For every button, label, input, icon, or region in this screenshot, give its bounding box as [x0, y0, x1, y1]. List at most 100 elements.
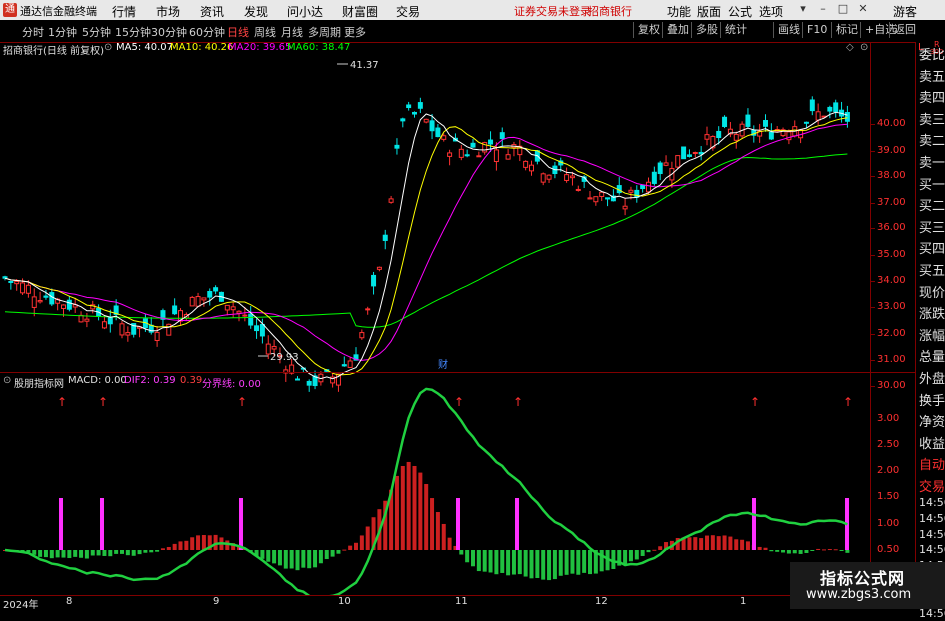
price-axis-tick: 32.00 [877, 328, 906, 339]
macd-bar [61, 550, 66, 558]
candle-body [119, 323, 125, 336]
candle-body [657, 162, 663, 175]
macd-bar [634, 550, 639, 560]
macd-bar [354, 542, 358, 550]
candle-body [640, 184, 646, 190]
macd-bar [406, 461, 411, 550]
menu-market[interactable]: 市场 [156, 3, 180, 20]
macd-bar [781, 550, 786, 553]
candle-body [786, 131, 792, 141]
tool-overlay[interactable]: 叠加 [662, 22, 693, 38]
tool-stats[interactable]: 统计 [720, 22, 751, 38]
signal-bar [100, 498, 104, 550]
menu-ask[interactable]: 问小达 [287, 3, 323, 20]
period-1min[interactable]: 1分钟 [48, 24, 77, 40]
quote-field-label: 总量 [919, 350, 945, 366]
macd-bar [283, 550, 288, 569]
quote-field-label: 净资 [919, 415, 945, 431]
macd-bar [652, 549, 657, 551]
period-15min[interactable]: 15分钟 [115, 24, 151, 40]
macd-axis-tick: 2.50 [877, 439, 900, 450]
candle-body [435, 127, 441, 138]
macd-bar [348, 545, 353, 550]
period-5min[interactable]: 5分钟 [82, 24, 111, 40]
quote-field-label: 外盘 [919, 372, 945, 387]
macd-bar [816, 548, 821, 550]
candle-body [815, 111, 821, 121]
candle-body [347, 360, 353, 368]
tool-mark[interactable]: 标记 [831, 22, 862, 38]
macd-bar [102, 550, 107, 556]
macd-bar [272, 550, 277, 564]
quote-panel[interactable]: L R 300 委比 卖五 卖四 卖三 卖二 卖一 买一 买二 买三 买四 买五 现价 涨跌 涨幅 总量 外盘… [915, 40, 945, 620]
macd-bar [728, 536, 733, 550]
macd-bar [318, 550, 323, 564]
minimize-icon[interactable]: – [816, 2, 830, 17]
period-weekly[interactable]: 周线 [254, 24, 276, 40]
candle-body [675, 155, 681, 168]
price-axis-tick-mark [870, 334, 875, 335]
macd-bar [523, 550, 528, 577]
menu-discover[interactable]: 发现 [244, 3, 268, 20]
candle-body [201, 297, 207, 301]
up-arrow-icon: ↑ [237, 395, 247, 409]
price-axis-tick-mark [870, 203, 875, 204]
candle-body [458, 148, 464, 158]
tool-multi-stock[interactable]: 多股 [691, 22, 722, 38]
login-status[interactable]: 证券交易未登录 [514, 3, 591, 19]
macd-bar [201, 535, 206, 550]
price-axis-tick: 31.00 [877, 354, 906, 365]
candle-body [698, 151, 704, 155]
menu-quotes[interactable]: 行情 [112, 3, 136, 20]
menu-wealth[interactable]: 财富圈 [342, 3, 378, 20]
indicator-settings-icon[interactable]: ⊙ [3, 375, 11, 386]
macd-bar [541, 550, 546, 580]
kline-chart[interactable]: 41.37 29.93 财 ↑ ↑ ↑ ↑ ↑ ↑ ↑ [0, 42, 870, 595]
period-60min[interactable]: 60分钟 [189, 24, 225, 40]
tool-f10[interactable]: F10 [802, 22, 831, 38]
close-icon[interactable]: ✕ [856, 2, 870, 17]
candle-body [172, 305, 178, 315]
menu-layout[interactable]: 版面 [697, 3, 721, 20]
tool-back[interactable]: 返回 [889, 22, 920, 38]
candle-body [359, 332, 365, 339]
menu-news[interactable]: 资讯 [200, 3, 224, 20]
tool-adjust[interactable]: 复权 [633, 22, 664, 38]
menu-function[interactable]: 功能 [667, 3, 691, 20]
dropdown-icon[interactable]: ▾ [796, 2, 810, 17]
price-axis-tick-mark [870, 386, 875, 387]
period-more[interactable]: 更多 [344, 24, 366, 40]
maximize-icon[interactable]: □ [836, 2, 850, 17]
candle-body [400, 118, 406, 122]
quote-field-label: 卖三 [919, 112, 945, 128]
period-monthly[interactable]: 月线 [281, 24, 303, 40]
watermark-title: 指标公式网 [820, 569, 906, 588]
candle-body [499, 132, 505, 140]
macd-bar [547, 550, 552, 581]
tool-draw[interactable]: 画线 [773, 22, 804, 38]
dea-value: 0.39 [180, 375, 203, 386]
period-30min[interactable]: 30分钟 [151, 24, 187, 40]
up-arrow-icon: ↑ [454, 395, 464, 409]
ma10-line [4, 117, 848, 376]
candle-body [248, 313, 254, 326]
up-arrow-icon: ↑ [750, 395, 760, 409]
quote-field-label: 买五 [919, 264, 945, 279]
menu-formula[interactable]: 公式 [728, 3, 752, 20]
macd-bar [804, 550, 809, 553]
menu-options[interactable]: 选项 [759, 3, 783, 20]
candle-body [429, 120, 435, 132]
candle-body [2, 276, 8, 279]
period-multi[interactable]: 多周期 [308, 24, 341, 40]
menu-trade[interactable]: 交易 [396, 3, 420, 20]
macd-bar [734, 539, 739, 550]
signal-bar [239, 498, 243, 550]
candle-body [365, 308, 371, 311]
finance-marker[interactable]: 财 [438, 358, 448, 371]
guest-label[interactable]: 游客 [893, 3, 917, 20]
date-label: 11 [455, 596, 468, 607]
macd-bar [827, 549, 832, 551]
period-daily[interactable]: 日线 [227, 24, 249, 40]
macd-bar [289, 550, 294, 569]
period-intraday[interactable]: 分时 [22, 24, 44, 40]
